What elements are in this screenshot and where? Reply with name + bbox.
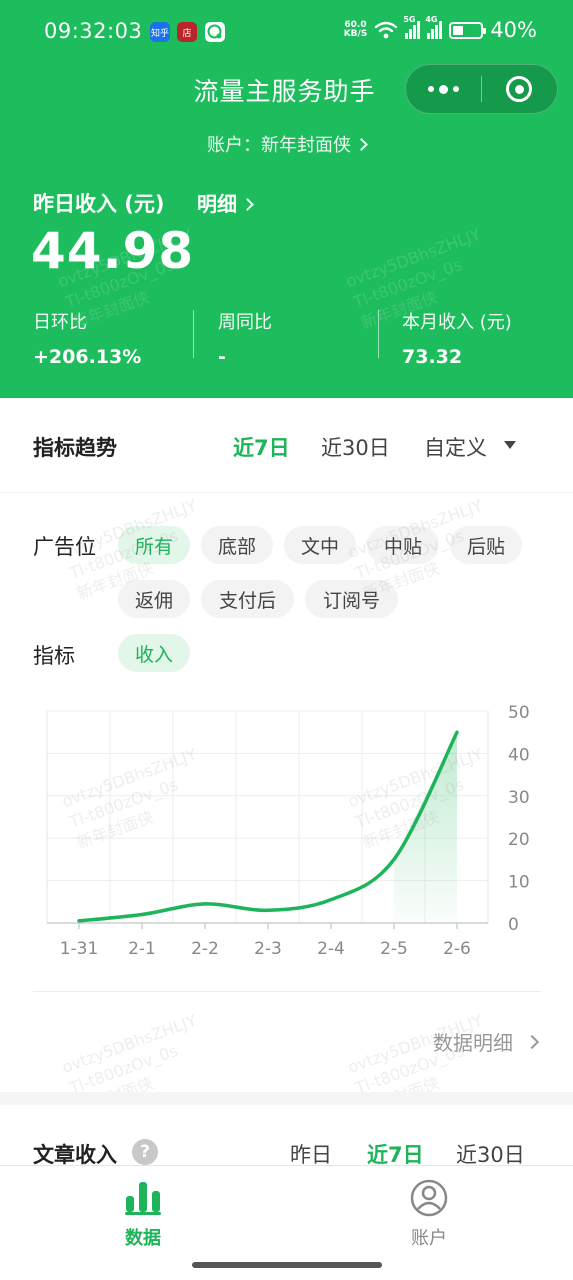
y-tick-label: 50 <box>508 703 530 723</box>
header: 09:32:03 知乎 店 60.0 KB/S 5G 4G 40% 流量主服务助… <box>0 0 573 398</box>
stat-month-income: 本月收入 (元) 73.32 <box>402 312 512 368</box>
battery-percent: 40% <box>490 18 537 42</box>
stat-week-over-week: 周同比 - <box>218 312 272 368</box>
range-tab-30d[interactable]: 近30日 <box>321 432 390 462</box>
x-tick-label: 1-31 <box>60 939 99 959</box>
yesterday-income-label: 昨日收入 (元) <box>33 192 165 216</box>
chip-metric-income[interactable]: 收入 <box>118 634 190 672</box>
net-speed: 60.0 KB/S <box>343 20 368 39</box>
trend-section: 指标趋势 近7日 近30日 自定义 <box>0 398 573 493</box>
account-switcher[interactable]: 账户：新年封面侠 <box>0 131 573 157</box>
y-tick-label: 10 <box>508 873 530 893</box>
income-trend-chart: 1-31 2-1 2-2 2-3 2-4 2-5 2-6 0 10 20 30 40 50 <box>46 703 530 959</box>
ad-slot-label: 广告位 <box>33 535 96 559</box>
detail-link[interactable]: 明细 <box>197 188 254 217</box>
signal-4g-icon: 4G <box>425 15 443 39</box>
battery-icon <box>449 21 487 39</box>
chip-bottom[interactable]: 底部 <box>201 526 273 564</box>
chevron-right-icon <box>524 1034 540 1049</box>
x-tick-label: 2-3 <box>254 939 282 959</box>
metric-label: 指标 <box>33 644 75 668</box>
close-mini-program-button[interactable] <box>482 65 557 113</box>
zhihu-app-icon: 知乎 <box>150 22 170 42</box>
stat-day-over-day: 日环比 +206.13% <box>33 312 142 368</box>
chip-all[interactable]: 所有 <box>118 526 190 564</box>
y-tick-label: 0 <box>508 915 519 935</box>
chip-subscription[interactable]: 订阅号 <box>305 580 398 618</box>
caret-down-icon[interactable] <box>504 441 516 449</box>
wifi-icon <box>375 21 398 39</box>
x-tick-label: 2-4 <box>317 939 345 959</box>
status-indicators: 60.0 KB/S 5G 4G 40% <box>343 15 537 42</box>
yesterday-income-value: 44.98 <box>31 222 195 280</box>
y-tick-label: 20 <box>508 830 530 850</box>
article-income-section: 文章收入 ? 昨日 近7日 近30日 <box>0 1105 573 1167</box>
x-tick-label: 2-5 <box>380 939 408 959</box>
target-icon <box>506 76 533 102</box>
chevron-right-icon <box>355 138 368 151</box>
y-tick-label: 30 <box>508 788 530 808</box>
chevron-right-icon <box>241 198 254 211</box>
mini-program-capsule <box>405 64 558 114</box>
chip-after-pay[interactable]: 支付后 <box>201 580 294 618</box>
chip-rebate[interactable]: 返佣 <box>118 580 190 618</box>
x-tick-label: 2-2 <box>191 939 219 959</box>
chip-mid-roll[interactable]: 中贴 <box>367 526 439 564</box>
bar-chart-icon <box>125 1182 161 1215</box>
home-indicator[interactable] <box>192 1262 382 1268</box>
y-tick-label: 40 <box>508 745 530 765</box>
store-app-icon: 店 <box>177 22 197 42</box>
more-menu-button[interactable] <box>406 65 481 113</box>
tab-data[interactable]: 数据 <box>83 1178 203 1250</box>
help-icon[interactable]: ? <box>132 1139 158 1165</box>
chat-app-icon <box>205 22 225 42</box>
chip-post-roll[interactable]: 后贴 <box>450 526 522 564</box>
x-tick-label: 2-6 <box>443 939 471 959</box>
account-name: 新年封面侠 <box>261 135 351 156</box>
range-tab-custom[interactable]: 自定义 <box>424 432 487 462</box>
chip-in-article[interactable]: 文中 <box>284 526 356 564</box>
signal-5g-icon: 5G <box>403 15 421 39</box>
status-time: 09:32:03 <box>44 19 143 43</box>
status-bar: 09:32:03 知乎 店 60.0 KB/S 5G 4G 40% <box>0 0 573 64</box>
user-icon <box>410 1179 448 1217</box>
x-tick-label: 2-1 <box>128 939 156 959</box>
range-tab-7d[interactable]: 近7日 <box>233 432 290 462</box>
data-detail-link[interactable]: 数据明细 <box>433 1027 540 1056</box>
tab-account[interactable]: 账户 <box>369 1178 489 1250</box>
trend-title: 指标趋势 <box>33 436 117 460</box>
